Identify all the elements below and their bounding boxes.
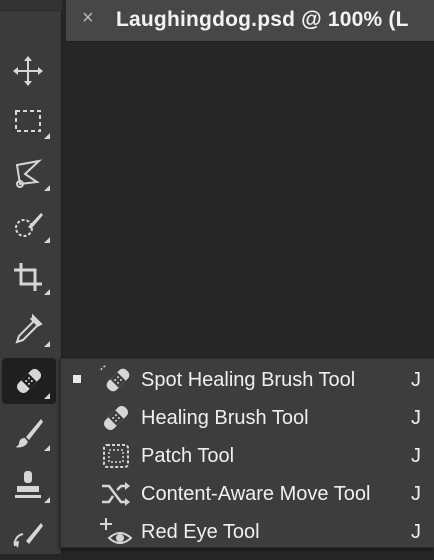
menu-item-shortcut: J (411, 445, 421, 467)
more-tools-indicator (44, 393, 50, 399)
menu-item-content-aware-move[interactable]: Content-Aware Move Tool J (61, 475, 434, 513)
history-brush-icon (13, 523, 43, 548)
clone-stamp-tool-button[interactable] (0, 462, 56, 508)
more-tools-indicator (44, 133, 50, 139)
menu-item-label: Patch Tool (141, 445, 235, 467)
move-tool-button[interactable] (0, 48, 56, 94)
more-tools-indicator (44, 445, 50, 451)
menu-item-spot-healing-brush[interactable]: Spot Healing Brush Tool J (61, 361, 434, 399)
marquee-tool-button[interactable] (0, 98, 56, 144)
menu-item-label: Red Eye Tool (141, 521, 260, 543)
menu-item-label: Healing Brush Tool (141, 407, 309, 429)
more-tools-indicator (44, 341, 50, 347)
bandage-icon (16, 368, 42, 394)
menu-item-label: Content-Aware Move Tool (141, 483, 371, 505)
menu-item-shortcut: J (411, 369, 421, 391)
healing-tools-flyout-menu: Spot Healing Brush Tool J Healing Brush … (60, 358, 434, 548)
menu-item-healing-brush[interactable]: Healing Brush Tool J (61, 399, 434, 437)
lasso-tool-button[interactable] (0, 150, 56, 196)
stamp-icon (15, 471, 41, 498)
menu-item-patch[interactable]: Patch Tool J (61, 437, 434, 475)
eyedropper-icon (15, 313, 43, 344)
more-tools-indicator (44, 237, 50, 243)
healing-brush-icon (103, 405, 129, 431)
history-brush-tool-button[interactable] (0, 514, 56, 560)
lasso-icon (15, 159, 43, 188)
menu-item-shortcut: J (411, 483, 421, 505)
eyedropper-tool-button[interactable] (0, 306, 56, 352)
healing-tool-button[interactable] (2, 358, 56, 404)
document-tab-bar: × Laughingdog.psd @ 100% (L (66, 0, 434, 42)
tools-panel (0, 0, 62, 554)
more-tools-indicator (44, 289, 50, 295)
quick-selection-tool-button[interactable] (0, 202, 56, 248)
menu-item-red-eye[interactable]: Red Eye Tool J (61, 513, 434, 551)
more-tools-indicator (44, 185, 50, 191)
tools-panel-header (0, 0, 62, 11)
red-eye-icon (100, 518, 133, 544)
document-tab-title[interactable]: Laughingdog.psd @ 100% (L (116, 8, 409, 32)
spot-healing-icon (100, 365, 130, 392)
patch-icon (103, 444, 129, 468)
quick-selection-icon (15, 213, 43, 237)
selected-bullet-icon (73, 375, 81, 383)
brush-icon (15, 419, 43, 448)
more-tools-indicator (44, 497, 50, 503)
marquee-icon (15, 110, 41, 132)
move-icon (13, 56, 43, 86)
menu-item-shortcut: J (411, 407, 421, 429)
brush-tool-button[interactable] (0, 410, 56, 456)
crop-tool-button[interactable] (0, 254, 56, 300)
close-tab-icon[interactable]: × (82, 8, 94, 28)
crop-icon (14, 263, 42, 291)
content-aware-move-icon (102, 482, 130, 506)
menu-item-shortcut: J (411, 521, 421, 543)
menu-item-label: Spot Healing Brush Tool (141, 369, 356, 391)
